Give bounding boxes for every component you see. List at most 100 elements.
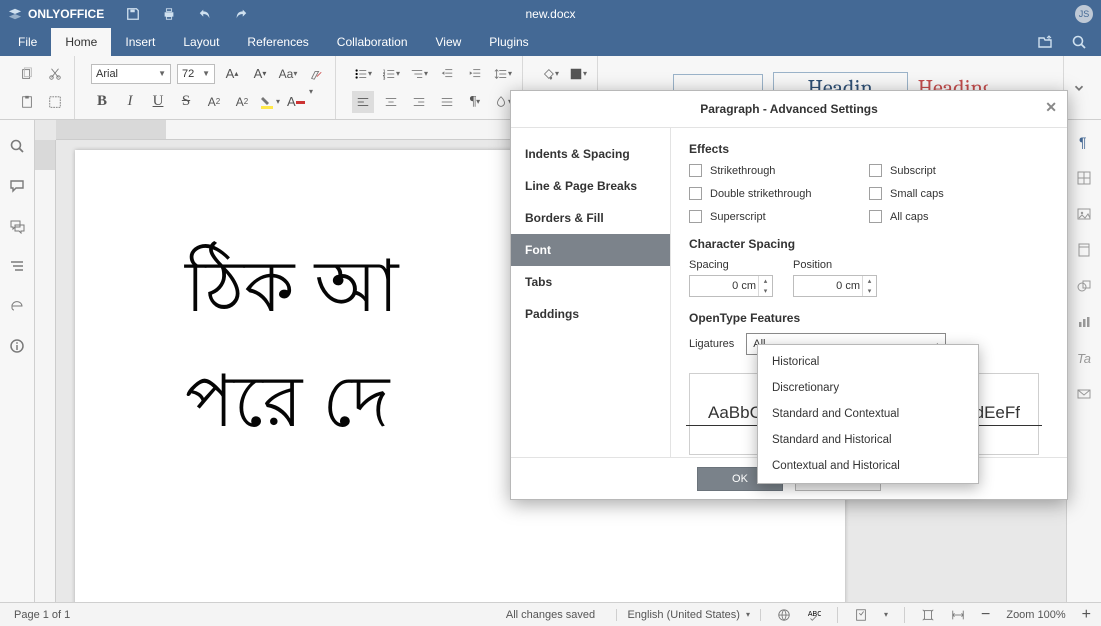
tab-file[interactable]: File xyxy=(4,28,51,56)
align-left-button[interactable] xyxy=(352,91,374,113)
position-input[interactable]: 0 cm▴▾ xyxy=(793,275,877,297)
indent-button[interactable] xyxy=(464,63,486,85)
ligature-option-contextual-historical[interactable]: Contextual and Historical xyxy=(758,453,978,479)
vertical-ruler[interactable] xyxy=(35,140,56,602)
track-changes-icon[interactable] xyxy=(854,608,868,622)
ligature-option-discretionary[interactable]: Discretionary xyxy=(758,375,978,401)
change-case-button[interactable]: Aa▾ xyxy=(277,63,299,85)
bullets-button[interactable]: ▾ xyxy=(352,63,374,85)
font-name-select[interactable]: Arial▼ xyxy=(91,64,171,84)
about-icon[interactable] xyxy=(9,338,25,354)
bold-button[interactable]: B xyxy=(91,91,113,113)
check-double-strike[interactable]: Double strikethrough xyxy=(689,187,869,200)
check-subscript[interactable]: Subscript xyxy=(869,164,1049,177)
spacing-input[interactable]: 0 cm▴▾ xyxy=(689,275,773,297)
check-small-caps[interactable]: Small caps xyxy=(869,187,1049,200)
close-icon[interactable]: ✕ xyxy=(1045,99,1057,116)
dialog-title-label: Paragraph - Advanced Settings xyxy=(700,102,878,116)
tab-plugins[interactable]: Plugins xyxy=(475,28,542,56)
sidebar-item-tabs[interactable]: Tabs xyxy=(511,266,670,298)
chart-settings-icon[interactable] xyxy=(1076,314,1092,330)
check-all-caps[interactable]: All caps xyxy=(869,210,1049,223)
subscript-button[interactable]: A2 xyxy=(231,91,253,113)
zoom-in-button[interactable]: + xyxy=(1082,606,1091,624)
tab-home[interactable]: Home xyxy=(51,28,111,56)
ligature-option-standard-historical[interactable]: Standard and Historical xyxy=(758,427,978,453)
line-spacing-button[interactable]: ▾ xyxy=(492,63,514,85)
underline-button[interactable]: U xyxy=(147,91,169,113)
sidebar-item-borders[interactable]: Borders & Fill xyxy=(511,202,670,234)
avatar[interactable]: JS xyxy=(1075,5,1093,23)
table-settings-icon[interactable] xyxy=(1076,170,1092,186)
header-footer-icon[interactable] xyxy=(1076,242,1092,258)
copy-button[interactable] xyxy=(16,63,38,85)
cut-button[interactable] xyxy=(44,63,66,85)
sidebar-item-font[interactable]: Font xyxy=(511,234,670,266)
select-button[interactable] xyxy=(44,91,66,113)
shape-settings-icon[interactable] xyxy=(1076,278,1092,294)
undo-icon[interactable] xyxy=(198,7,212,21)
align-right-button[interactable] xyxy=(408,91,430,113)
sidebar-item-line-breaks[interactable]: Line & Page Breaks xyxy=(511,170,670,202)
align-center-button[interactable] xyxy=(380,91,402,113)
page-indicator[interactable]: Page 1 of 1 xyxy=(10,609,74,621)
svg-text:Ta: Ta xyxy=(1077,351,1091,366)
align-justify-button[interactable] xyxy=(436,91,458,113)
paste-button[interactable] xyxy=(16,91,38,113)
opentype-title: OpenType Features xyxy=(689,311,1049,325)
ligature-option-standard-contextual[interactable]: Standard and Contextual xyxy=(758,401,978,427)
save-icon[interactable] xyxy=(126,7,140,21)
strike-button[interactable]: S xyxy=(175,91,197,113)
zoom-out-button[interactable]: − xyxy=(981,606,990,624)
dedent-button[interactable] xyxy=(436,63,458,85)
font-color-button[interactable]: A▾ xyxy=(287,91,309,113)
quick-access xyxy=(126,7,248,21)
italic-button[interactable]: I xyxy=(119,91,141,113)
highlight-button[interactable]: ▾ xyxy=(259,91,281,113)
feedback-icon[interactable] xyxy=(9,298,25,314)
fill-button[interactable]: ▾ xyxy=(539,63,561,85)
image-settings-icon[interactable] xyxy=(1076,206,1092,222)
check-superscript[interactable]: Superscript xyxy=(689,210,869,223)
mail-merge-icon[interactable] xyxy=(1076,386,1092,402)
tab-view[interactable]: View xyxy=(422,28,476,56)
decrease-font-icon[interactable]: A▾ xyxy=(249,63,271,85)
textart-settings-icon[interactable]: Ta xyxy=(1076,350,1092,366)
chat-icon[interactable] xyxy=(9,218,25,234)
border-button[interactable]: ▾ xyxy=(567,63,589,85)
font-size-select[interactable]: 72▼ xyxy=(177,64,215,84)
print-icon[interactable] xyxy=(162,7,176,21)
logo-icon xyxy=(8,7,22,21)
superscript-button[interactable]: A2 xyxy=(203,91,225,113)
fit-page-icon[interactable] xyxy=(921,608,935,622)
comments-icon[interactable] xyxy=(9,178,25,194)
font-name-value: Arial xyxy=(96,68,118,80)
multilevel-button[interactable]: ▾ xyxy=(408,63,430,85)
check-strikethrough[interactable]: Strikethrough xyxy=(689,164,869,177)
numbering-button[interactable]: 123▾ xyxy=(380,63,402,85)
nonprinting-button[interactable]: ¶▾ xyxy=(464,91,486,113)
set-language-icon[interactable] xyxy=(777,608,791,622)
search-icon[interactable] xyxy=(1071,34,1087,50)
redo-icon[interactable] xyxy=(234,7,248,21)
dialog-sidebar: Indents & Spacing Line & Page Breaks Bor… xyxy=(511,128,671,457)
navigation-icon[interactable] xyxy=(9,258,25,274)
fit-width-icon[interactable] xyxy=(951,608,965,622)
spellcheck-icon[interactable]: ABC xyxy=(807,608,821,622)
sidebar-item-paddings[interactable]: Paddings xyxy=(511,298,670,330)
tab-layout[interactable]: Layout xyxy=(169,28,233,56)
brand-label: ONLYOFFICE xyxy=(28,7,104,21)
clear-style-button[interactable] xyxy=(305,63,327,85)
tab-collaboration[interactable]: Collaboration xyxy=(323,28,422,56)
tab-references[interactable]: References xyxy=(233,28,322,56)
find-icon[interactable] xyxy=(9,138,25,154)
language-select[interactable]: English (United States)▾ xyxy=(616,609,761,621)
ligature-option-historical[interactable]: Historical xyxy=(758,349,978,375)
paragraph-settings-icon[interactable]: ¶ xyxy=(1076,134,1092,150)
tab-insert[interactable]: Insert xyxy=(111,28,169,56)
sidebar-item-indents[interactable]: Indents & Spacing xyxy=(511,138,670,170)
ligatures-label: Ligatures xyxy=(689,338,734,350)
zoom-label[interactable]: Zoom 100% xyxy=(1006,609,1065,621)
open-location-icon[interactable] xyxy=(1037,34,1053,50)
increase-font-icon[interactable]: A▴ xyxy=(221,63,243,85)
